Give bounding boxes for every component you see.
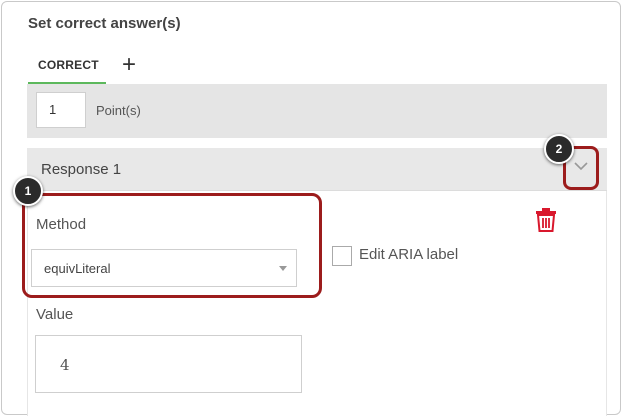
value-input-text: 4 <box>60 356 70 374</box>
points-label: Point(s) <box>96 103 141 118</box>
response-title: Response 1 <box>41 161 122 178</box>
add-tab-button[interactable]: + <box>122 52 136 78</box>
value-label: Value <box>36 306 74 323</box>
section-title: Set correct answer(s) <box>28 15 181 32</box>
trash-icon[interactable] <box>535 208 557 237</box>
points-bar: 1 Point(s) <box>27 84 607 138</box>
value-input[interactable]: 4 <box>35 335 302 393</box>
answer-tabs: CORRECT + <box>28 52 268 84</box>
caret-down-icon <box>279 266 287 271</box>
response-header[interactable]: Response 1 <box>27 148 607 191</box>
edit-aria-label[interactable]: Edit ARIA label <box>359 246 458 263</box>
points-input[interactable]: 1 <box>36 92 86 128</box>
tab-correct[interactable]: CORRECT <box>28 54 106 84</box>
callout-badge-2: 2 <box>544 134 574 164</box>
method-label: Method <box>36 216 87 233</box>
method-select-value: equivLiteral <box>44 261 111 276</box>
callout-badge-1: 1 <box>13 176 43 206</box>
method-select[interactable]: equivLiteral <box>31 249 297 287</box>
chevron-down-icon <box>574 162 588 171</box>
edit-aria-checkbox[interactable] <box>332 246 352 266</box>
